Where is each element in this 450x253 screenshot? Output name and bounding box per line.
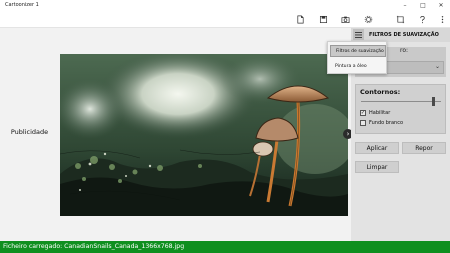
image-canvas[interactable]: ›	[59, 28, 353, 241]
more-icon[interactable]	[435, 13, 449, 25]
cartoon-photo[interactable]	[60, 54, 348, 216]
hamburger-menu-icon[interactable]	[353, 29, 364, 40]
help-icon[interactable]	[415, 13, 429, 25]
maximize-button[interactable]: □	[414, 0, 432, 10]
new-file-icon[interactable]	[293, 13, 307, 25]
enable-checkbox[interactable]: ✓ Habilitar	[360, 110, 390, 116]
panel-title: FILTROS DE SUAVIZAÇÃO	[369, 32, 439, 38]
white-background-check-icon[interactable]	[360, 120, 366, 126]
menu-item-oil-painting[interactable]: Pintura a óleo	[330, 61, 386, 73]
contours-slider[interactable]	[361, 101, 441, 102]
crop-icon[interactable]	[393, 13, 407, 25]
save-icon[interactable]	[316, 13, 330, 25]
enable-label: Habilitar	[369, 110, 391, 116]
ad-panel: Publicidade	[0, 28, 59, 241]
filter-type-label: ro:	[400, 47, 409, 54]
menu-item-smoothing-filters[interactable]: Filtros de suavização	[330, 45, 386, 57]
reset-button[interactable]: Repor	[402, 142, 446, 154]
filters-menu: Filtros de suavização Pintura a óleo	[327, 41, 387, 74]
panel-header: FILTROS DE SUAVIZAÇÃO	[351, 28, 450, 42]
contours-group: Contornos: ✓ Habilitar Fundo branco	[355, 84, 446, 134]
white-background-checkbox[interactable]: Fundo branco	[360, 120, 403, 126]
title-bar: Cartoonizer 1 – □ ✕	[0, 0, 450, 10]
close-button[interactable]: ✕	[432, 0, 450, 10]
chevron-down-icon: ⌄	[434, 63, 440, 70]
minimize-button[interactable]: –	[396, 0, 414, 10]
toolbar	[0, 10, 450, 28]
enable-check-icon[interactable]: ✓	[360, 110, 366, 116]
settings-icon[interactable]	[361, 13, 375, 25]
contours-slider-thumb[interactable]	[432, 97, 435, 106]
camera-icon[interactable]	[338, 13, 352, 25]
contours-title: Contornos:	[360, 88, 401, 96]
white-background-label: Fundo branco	[369, 120, 404, 126]
status-bar: Ficheiro carregado: CanadianSnails_Canad…	[0, 241, 450, 253]
clear-button[interactable]: Limpar	[355, 161, 399, 173]
app-title: Cartoonizer 1	[5, 2, 39, 8]
apply-button[interactable]: Aplicar	[355, 142, 399, 154]
ad-label: Publicidade	[10, 128, 49, 136]
status-text: Ficheiro carregado: CanadianSnails_Canad…	[3, 243, 185, 250]
